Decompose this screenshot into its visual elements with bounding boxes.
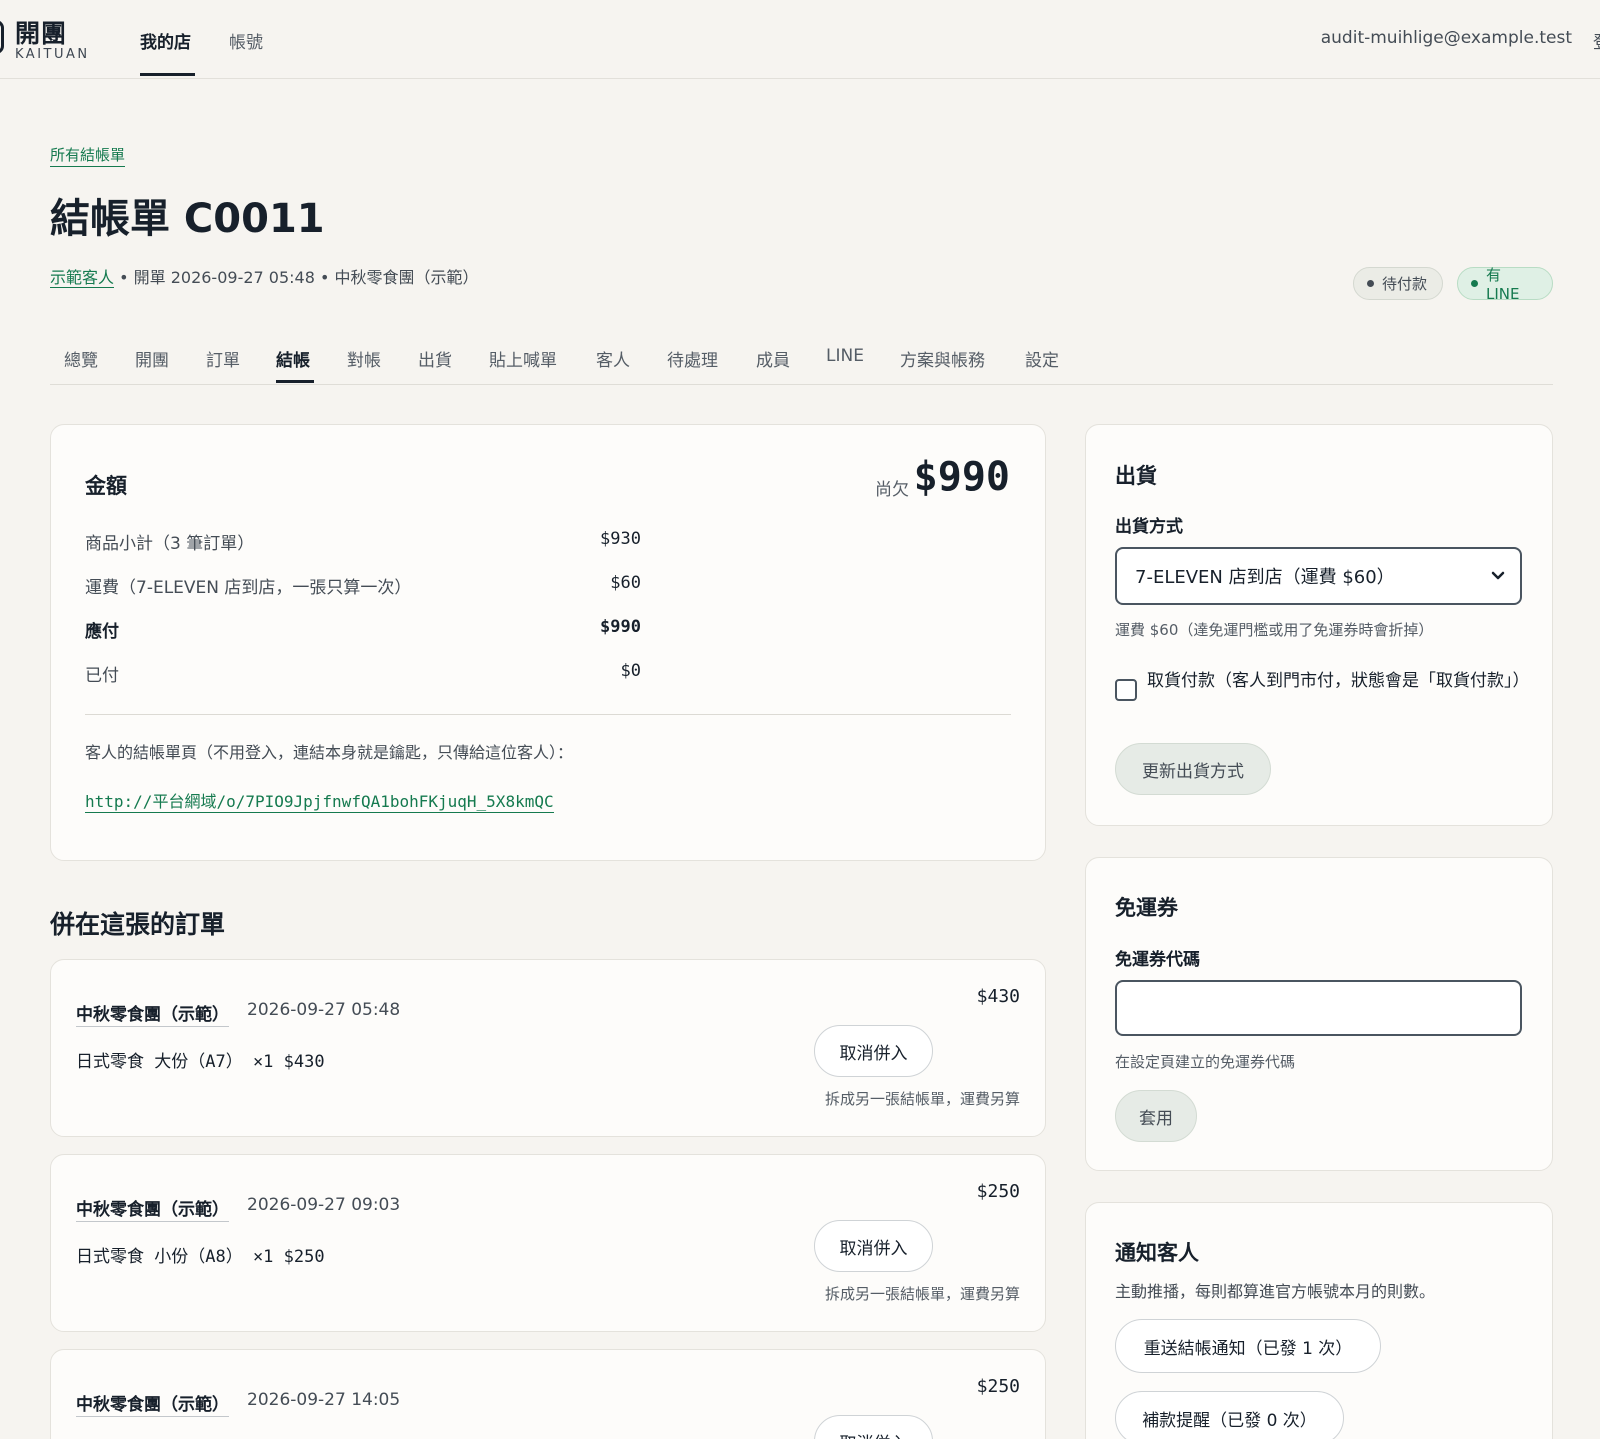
tab-orders[interactable]: 訂單 <box>206 346 240 371</box>
shipping-fee-label: 運費（7-ELEVEN 店到店，一張只算一次） <box>85 578 412 598</box>
shipping-method-label: 出貨方式 <box>1115 517 1183 537</box>
topnav-active-indicator <box>140 73 195 76</box>
tab-paste-orders[interactable]: 貼上喊單 <box>489 346 557 371</box>
amount-title: 金額 <box>85 474 127 498</box>
amount-card: 金額 尚欠 $990 商品小計（3 筆訂單） $930 運費（7-ELEVEN … <box>50 424 1046 861</box>
tab-active-indicator <box>276 380 314 383</box>
status-badge-line: 有 LINE <box>1457 266 1553 303</box>
status-badge-label: 有 LINE <box>1485 266 1520 303</box>
subtotal-value: $930 <box>600 529 641 549</box>
tab-checkout[interactable]: 結帳 <box>276 346 310 371</box>
resend-checkout-notice-button[interactable]: 重送結帳通知（已發 1 次） <box>1115 1319 1381 1373</box>
cancel-merge-button[interactable]: 取消併入 <box>814 1025 933 1077</box>
order-shop-link[interactable]: 中秋零食團（示範） <box>76 1195 229 1222</box>
notify-description: 主動推播，每則都算進官方帳號本月的則數。 <box>1115 1282 1436 1301</box>
order-time: 2026-09-27 05:48 <box>247 1000 401 1020</box>
order-total: $430 <box>976 986 1020 1007</box>
order-shop-link[interactable]: 中秋零食團（示範） <box>76 1390 229 1417</box>
order-card: 中秋零食團（示範） 2026-09-27 14:05 $250 取消併入 <box>50 1349 1046 1439</box>
order-total: $250 <box>976 1376 1020 1397</box>
cod-checkbox[interactable] <box>1115 679 1137 701</box>
customer-link-caption: 客人的結帳單頁（不用登入，連結本身就是鑰匙，只傳給這位客人）： <box>85 743 574 762</box>
owed-label: 尚欠 <box>875 480 909 500</box>
chevron-down-icon <box>1491 571 1505 580</box>
logo-subtext: KAITUAN <box>15 47 90 62</box>
tab-members[interactable]: 成員 <box>756 346 790 371</box>
tab-group[interactable]: 開團 <box>135 346 169 371</box>
divider <box>85 714 1011 715</box>
checkout-meta-details: • 開單 2026-09-27 05:48 • 中秋零食團（示範） <box>114 268 479 287</box>
logout-link[interactable]: 登 <box>1593 28 1600 53</box>
update-shipping-button[interactable]: 更新出貨方式 <box>1115 743 1271 795</box>
link-domain: 平台網域 <box>152 792 217 811</box>
tab-overview[interactable]: 總覽 <box>64 346 98 371</box>
status-badge-label: 待付款 <box>1382 275 1428 293</box>
shipping-card: 出貨 出貨方式 7-ELEVEN 店到店（運費 $60） 運費 $60（達免運門… <box>1085 424 1553 826</box>
shipping-fee-help: 運費 $60（達免運門檻或用了免運券時會折掉） <box>1115 621 1434 639</box>
order-note: 拆成另一張結帳單，運費另算 <box>824 1090 1020 1108</box>
order-items: 日式零食 大份（A7） ×1 $430 <box>76 1052 325 1072</box>
notify-title: 通知客人 <box>1115 1241 1199 1265</box>
subtotal-label: 商品小計（3 筆訂單） <box>85 534 255 554</box>
order-time: 2026-09-27 14:05 <box>247 1390 401 1410</box>
tab-plan-billing[interactable]: 方案與帳務 <box>900 346 985 371</box>
order-card: 中秋零食團（示範） 2026-09-27 09:03 日式零食 小份（A8） ×… <box>50 1154 1046 1332</box>
customer-link[interactable]: 示範客人 <box>50 268 115 288</box>
section-tabs: 總覽 開團 訂單 結帳 對帳 出貨 貼上喊單 客人 待處理 成員 LINE 方案… <box>50 342 1553 385</box>
shipping-fee-value: $60 <box>610 573 641 593</box>
tab-line[interactable]: LINE <box>826 346 864 366</box>
dot-icon <box>1471 280 1478 287</box>
tab-customers[interactable]: 客人 <box>596 346 630 371</box>
order-card: 中秋零食團（示範） 2026-09-27 05:48 日式零食 大份（A7） ×… <box>50 959 1046 1137</box>
link-path: /o/7PIO9JpjfnwfQA1bohFKjuqH_5X8kmQC <box>216 792 554 811</box>
payment-reminder-button[interactable]: 補款提醒（已發 0 次） <box>1115 1391 1344 1439</box>
shipping-title: 出貨 <box>1115 464 1157 488</box>
tab-settings[interactable]: 設定 <box>1025 346 1059 371</box>
merged-orders-title: 併在這張的訂單 <box>50 910 226 939</box>
order-note: 拆成另一張結帳單，運費另算 <box>824 1285 1020 1303</box>
owed-amount: $990 <box>913 454 1010 500</box>
order-time: 2026-09-27 09:03 <box>247 1195 401 1215</box>
coupon-code-input[interactable] <box>1115 980 1522 1036</box>
status-badge-pending: 待付款 <box>1353 267 1443 300</box>
checkout-meta: 示範客人 • 開單 2026-09-27 05:48 • 中秋零食團（示範） <box>50 264 479 288</box>
order-total: $250 <box>976 1181 1020 1202</box>
tab-reconcile[interactable]: 對帳 <box>347 346 381 371</box>
notify-card: 通知客人 主動推播，每則都算進官方帳號本月的則數。 重送結帳通知（已發 1 次）… <box>1085 1202 1553 1439</box>
cancel-merge-button[interactable]: 取消併入 <box>814 1415 933 1439</box>
coupon-title: 免運券 <box>1115 896 1178 920</box>
tab-shipping[interactable]: 出貨 <box>418 346 452 371</box>
link-prefix: http:// <box>85 792 153 811</box>
customer-checkout-link[interactable]: http://平台網域/o/7PIO9JpjfnwfQA1bohFKjuqH_5… <box>85 788 554 813</box>
amount-due-value: $990 <box>600 617 641 637</box>
cod-checkbox-label[interactable]: 取貨付款（客人到門市付，狀態會是「取貨付款」） <box>1147 666 1530 697</box>
cancel-merge-button[interactable]: 取消併入 <box>814 1220 933 1272</box>
top-bar: 開團 KAITUAN 我的店 帳號 audit-muihlige@example… <box>0 0 1600 79</box>
apply-coupon-button[interactable]: 套用 <box>1115 1090 1197 1142</box>
dot-icon <box>1367 280 1374 287</box>
amount-due-label: 應付 <box>85 622 119 642</box>
page-title: 結帳單 C0011 <box>50 196 325 242</box>
coupon-code-label: 免運券代碼 <box>1115 950 1200 970</box>
logo-text[interactable]: 開團 <box>15 14 67 50</box>
coupon-card: 免運券 免運券代碼 在設定頁建立的免運券代碼 套用 <box>1085 857 1553 1171</box>
tab-pending[interactable]: 待處理 <box>667 346 718 371</box>
order-shop-link[interactable]: 中秋零食團（示範） <box>76 1000 229 1027</box>
coupon-help: 在設定頁建立的免運券代碼 <box>1115 1053 1296 1071</box>
topnav-my-shop[interactable]: 我的店 <box>140 28 191 53</box>
amount-paid-label: 已付 <box>85 666 119 686</box>
user-email: audit-muihlige@example.test <box>1320 28 1572 48</box>
amount-paid-value: $0 <box>620 661 641 681</box>
order-items: 日式零食 小份（A8） ×1 $250 <box>76 1247 325 1267</box>
topnav-account[interactable]: 帳號 <box>229 28 263 53</box>
shipping-method-value: 7-ELEVEN 店到店（運費 $60） <box>1135 567 1395 588</box>
logo-mark-icon <box>0 20 4 54</box>
breadcrumb-all-checkouts[interactable]: 所有結帳單 <box>50 144 126 167</box>
shipping-method-select[interactable]: 7-ELEVEN 店到店（運費 $60） <box>1115 547 1522 605</box>
